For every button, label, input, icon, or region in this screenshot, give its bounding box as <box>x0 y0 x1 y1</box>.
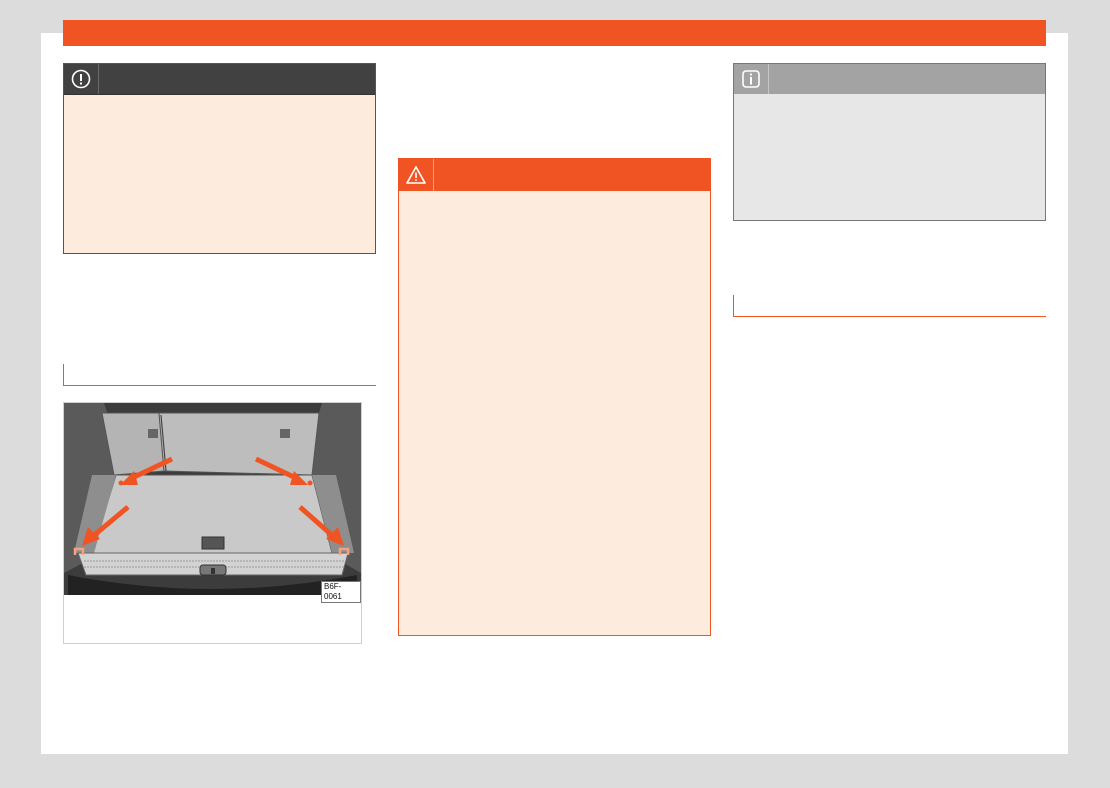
note-box <box>733 63 1046 221</box>
luggage-compartment-figure: B6F-0061 <box>63 402 362 644</box>
header-bar <box>63 20 1046 46</box>
section-heading-rule <box>63 364 376 386</box>
lashing-eye-front-right <box>307 480 313 486</box>
luggage-compartment-illustration <box>64 403 361 595</box>
info-icon <box>734 64 769 94</box>
warning-box-header <box>399 159 710 191</box>
section-heading-rule <box>733 295 1046 317</box>
figure-code: B6F-0061 <box>321 581 361 603</box>
warning-box <box>398 158 711 636</box>
notice-box-header <box>64 64 375 95</box>
note-box-header <box>734 64 1045 94</box>
warning-triangle-icon <box>399 159 434 191</box>
notice-box <box>63 63 376 254</box>
exclamation-circle-icon <box>64 64 99 94</box>
